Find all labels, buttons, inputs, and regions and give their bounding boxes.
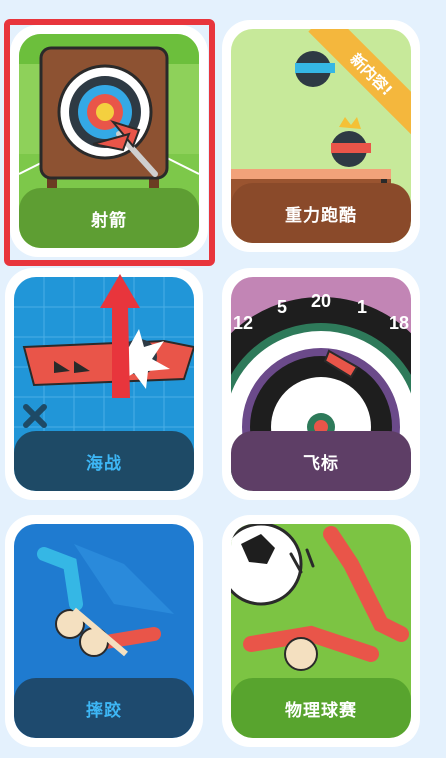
gravity-card-inner: 新内容! 重力跑酷 <box>231 29 411 243</box>
wrestling-card-inner: 摔跤 <box>14 524 194 738</box>
game-card-archery[interactable]: 射箭 <box>10 25 208 257</box>
game-label-physics-ball: 物理球赛 <box>285 700 357 721</box>
pointer-arrow-icon <box>100 274 140 398</box>
game-card-physics-ball[interactable]: 物理球赛 <box>222 515 420 747</box>
game-card-wrestling[interactable]: 摔跤 <box>5 515 203 747</box>
game-label-wrestling: 摔跤 <box>86 700 122 721</box>
game-label-naval: 海战 <box>86 453 122 474</box>
archery-card-inner: 射箭 <box>19 34 199 248</box>
game-label-darts: 飞标 <box>303 453 339 474</box>
game-label-bar-gravity: 重力跑酷 <box>231 183 411 243</box>
dart-number-4: 1 <box>357 297 367 317</box>
dart-number-1: 12 <box>233 313 253 333</box>
game-label-bar-physics-ball: 物理球赛 <box>231 678 411 738</box>
dart-number-5: 18 <box>389 313 409 333</box>
game-card-darts[interactable]: 12 5 20 1 18 飞标 <box>222 268 420 500</box>
dart-number-2: 5 <box>277 297 287 317</box>
physics-ball-card-inner: 物理球赛 <box>231 524 411 738</box>
game-label-bar-naval: 海战 <box>14 431 194 491</box>
dart-number-3: 20 <box>311 291 331 311</box>
game-label-archery: 射箭 <box>91 210 127 231</box>
game-label-bar-archery: 射箭 <box>19 188 199 248</box>
game-label-gravity: 重力跑酷 <box>285 205 357 226</box>
game-label-bar-darts: 飞标 <box>231 431 411 491</box>
darts-card-inner: 12 5 20 1 18 飞标 <box>231 277 411 491</box>
game-grid: 射箭 新内容! 重力跑酷 海战 12 5 20 1 18 飞标 摔跤 物理球赛 <box>0 0 446 758</box>
game-card-gravity[interactable]: 新内容! 重力跑酷 <box>222 20 420 252</box>
game-label-bar-wrestling: 摔跤 <box>14 678 194 738</box>
